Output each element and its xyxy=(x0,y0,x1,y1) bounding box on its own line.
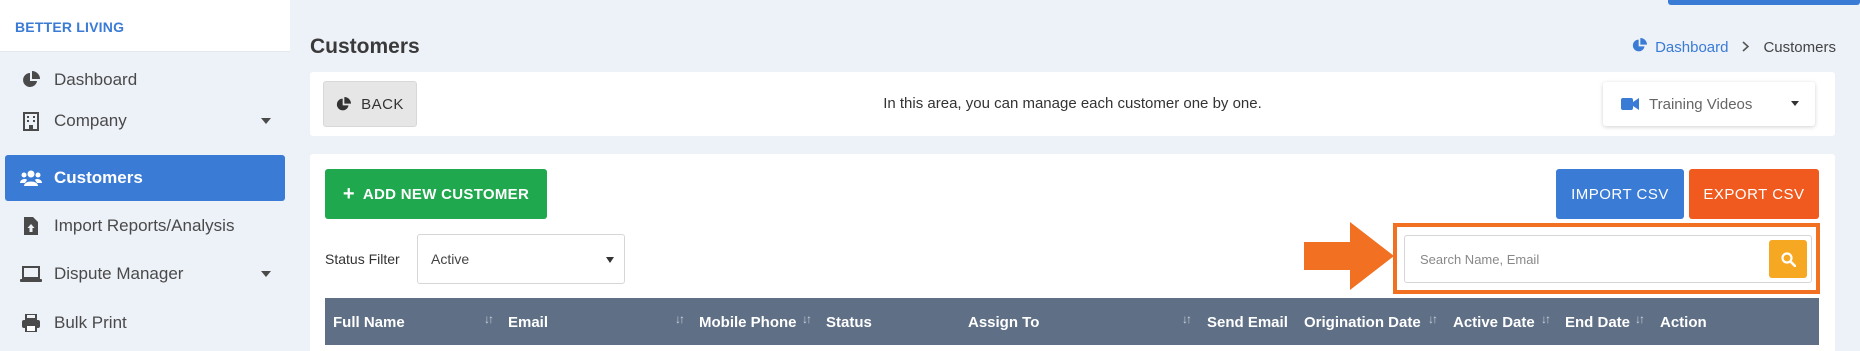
status-filter-value: Active xyxy=(431,251,470,267)
breadcrumb-home-link[interactable]: Dashboard xyxy=(1655,39,1728,56)
info-card: BACK In this area, you can manage each c… xyxy=(310,72,1835,136)
sort-icon[interactable]: ↓↑ xyxy=(1541,312,1551,326)
status-filter-select[interactable]: Active xyxy=(417,234,625,284)
sort-icon[interactable]: ↓↑ xyxy=(675,312,685,326)
column-header-action: Action xyxy=(1660,314,1707,331)
search-button[interactable] xyxy=(1769,240,1807,278)
sidebar-item-label: Dispute Manager xyxy=(54,264,184,283)
sidebar-item-dashboard[interactable]: Dashboard xyxy=(5,57,285,103)
sidebar-item-bulk-print[interactable]: Bulk Print xyxy=(5,300,285,346)
sidebar-item-company[interactable]: Company xyxy=(5,98,285,144)
sidebar-item-import-reports[interactable]: Import Reports/Analysis xyxy=(5,203,285,249)
page-title: Customers xyxy=(310,35,420,58)
back-button-label: BACK xyxy=(361,95,404,113)
column-header-origination-date[interactable]: Origination Date xyxy=(1304,314,1421,331)
breadcrumb: Dashboard Customers xyxy=(1632,38,1836,57)
header-action-button[interactable] xyxy=(1668,0,1860,5)
sidebar-item-label: Customers xyxy=(54,168,143,187)
training-videos-label: Training Videos xyxy=(1649,95,1753,113)
plus-icon: + xyxy=(342,182,355,205)
search-icon xyxy=(1780,251,1796,267)
table-header: Full Name ↓↑ Email ↓↑ Mobile Phone ↓↑ St… xyxy=(325,298,1819,345)
column-header-mobile-phone[interactable]: Mobile Phone xyxy=(699,314,797,331)
sort-icon[interactable]: ↓↑ xyxy=(1635,312,1645,326)
sidebar-item-label: Import Reports/Analysis xyxy=(54,216,235,235)
arrow-right-icon xyxy=(1304,222,1394,290)
pie-chart-icon xyxy=(1632,38,1648,57)
search-input[interactable] xyxy=(1405,236,1775,282)
printer-icon xyxy=(20,312,42,334)
export-csv-button[interactable]: EXPORT CSV xyxy=(1689,169,1819,219)
caret-down-icon xyxy=(606,257,614,263)
training-videos-dropdown[interactable]: Training Videos xyxy=(1603,82,1815,126)
sidebar: BETTER LIVING Dashboard Company Customer… xyxy=(0,0,290,351)
column-header-status: Status xyxy=(826,314,872,331)
status-filter-label: Status Filter xyxy=(325,251,400,267)
column-header-assign-to[interactable]: Assign To xyxy=(968,314,1039,331)
laptop-icon xyxy=(20,263,42,285)
column-header-full-name[interactable]: Full Name xyxy=(333,314,405,331)
column-header-email[interactable]: Email xyxy=(508,314,548,331)
sidebar-item-label: Company xyxy=(54,111,127,130)
video-camera-icon xyxy=(1621,98,1639,110)
sidebar-item-customers[interactable]: Customers xyxy=(5,155,285,201)
chevron-right-icon xyxy=(1742,39,1750,56)
search-box xyxy=(1404,235,1812,283)
sidebar-item-dispute-manager[interactable]: Dispute Manager xyxy=(5,251,285,297)
column-header-send-email: Send Email xyxy=(1207,314,1288,331)
add-new-customer-label: ADD NEW CUSTOMER xyxy=(362,185,530,203)
sidebar-item-label: Dashboard xyxy=(54,70,138,89)
building-icon xyxy=(20,110,42,132)
add-new-customer-button[interactable]: + ADD NEW CUSTOMER xyxy=(325,169,547,219)
sort-icon[interactable]: ↓↑ xyxy=(1182,312,1192,326)
breadcrumb-current: Customers xyxy=(1763,39,1836,56)
back-button[interactable]: BACK xyxy=(323,81,417,127)
brand-header: BETTER LIVING xyxy=(0,0,290,52)
column-header-active-date[interactable]: Active Date xyxy=(1453,314,1535,331)
import-csv-button[interactable]: IMPORT CSV xyxy=(1556,169,1684,219)
chevron-down-icon xyxy=(261,118,271,124)
column-header-end-date[interactable]: End Date xyxy=(1565,314,1630,331)
brand-name[interactable]: BETTER LIVING xyxy=(15,19,124,35)
sort-icon[interactable]: ↓↑ xyxy=(484,312,494,326)
chevron-down-icon xyxy=(261,271,271,277)
pie-chart-icon xyxy=(336,96,352,110)
sort-icon[interactable]: ↓↑ xyxy=(1428,312,1438,326)
users-icon xyxy=(20,167,42,189)
pie-chart-icon xyxy=(20,69,42,91)
sort-icon[interactable]: ↓↑ xyxy=(802,312,812,326)
caret-down-icon xyxy=(1791,101,1799,106)
file-upload-icon xyxy=(20,215,42,237)
sidebar-item-label: Bulk Print xyxy=(54,313,127,332)
